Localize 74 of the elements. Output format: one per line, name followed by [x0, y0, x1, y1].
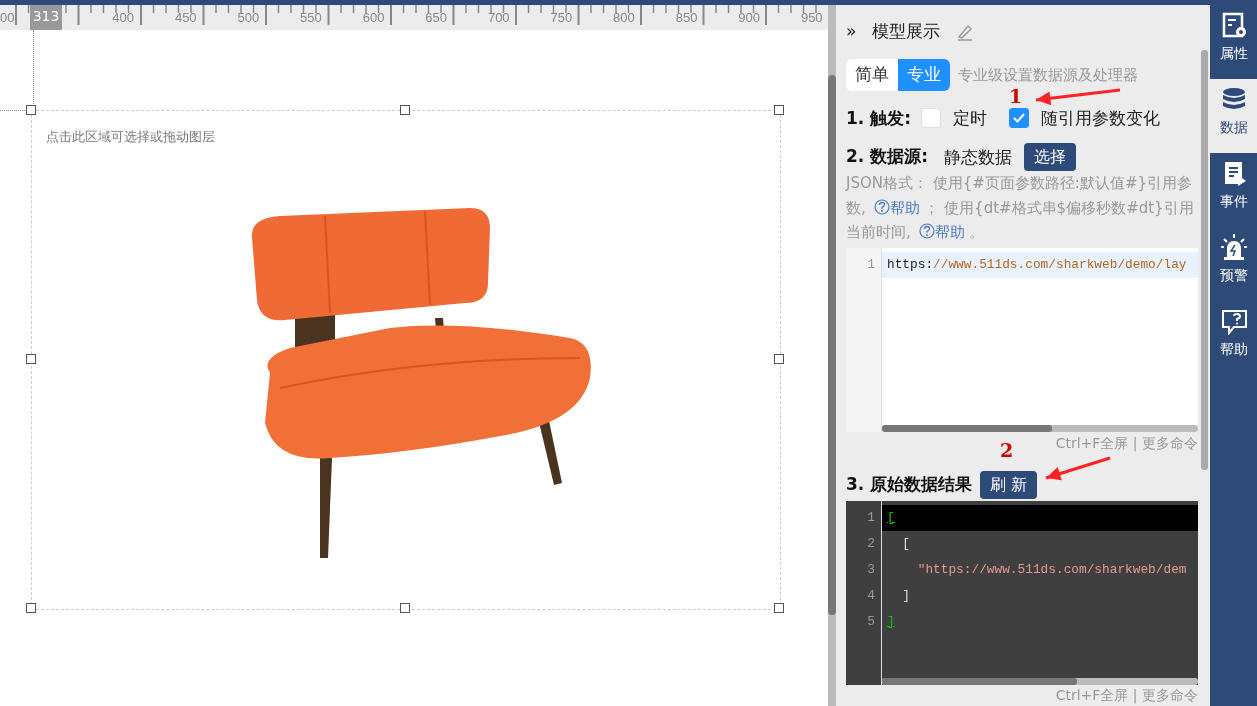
line-number: 5 [866, 612, 875, 631]
resize-handle[interactable] [774, 354, 784, 364]
code-line: ] [886, 612, 896, 631]
checkbox-label: 随引用参数变化 [1041, 108, 1160, 128]
sidebar-tab[interactable]: 预警 [1210, 227, 1257, 301]
collapse-button[interactable]: » [846, 19, 857, 45]
sidebar-label: 数据 [1219, 118, 1248, 137]
editor-footer: Ctrl+F全屏 | 更多命令 [1055, 432, 1198, 453]
sidebar-label: 事件 [1219, 192, 1248, 211]
resize-handle[interactable] [400, 603, 410, 613]
line-number: 4 [866, 586, 875, 605]
scrollbar-thumb[interactable] [882, 424, 1052, 432]
section-label: 1. 触发: [846, 106, 911, 130]
ruler-label: 550 [300, 9, 322, 26]
scrollbar-thumb[interactable] [882, 677, 1077, 685]
resize-handle[interactable] [26, 105, 36, 115]
checkbox-label: 定时 [953, 108, 987, 128]
editor-footer: Ctrl+F全屏 | 更多命令 [1055, 684, 1198, 705]
section-label: 2. 数据源: [846, 145, 928, 169]
ruler-label: 850 [675, 9, 698, 26]
annotation-number: 2 [1000, 440, 1014, 460]
sidebar-tab[interactable]: 帮助 [1210, 301, 1257, 375]
sidebar-tab[interactable]: 数据 [1210, 79, 1257, 153]
ruler-label: 750 [550, 9, 573, 26]
line-number: 2 [866, 534, 875, 553]
resize-handle[interactable] [774, 603, 784, 613]
edit-icon [956, 23, 975, 41]
ruler-label: 650 [425, 9, 447, 26]
line-number: 1 [866, 255, 875, 274]
ruler-label: 00 [0, 9, 15, 26]
mode-hint: 专业级设置数据源及处理器 [958, 64, 1138, 86]
code-line: ] [901, 586, 912, 605]
line-number: 3 [866, 560, 875, 579]
sidebar-label: 帮助 [1219, 340, 1248, 359]
ruler-label: 950 [800, 9, 823, 26]
help-icon [918, 223, 935, 239]
code-editor[interactable]: 1 2 3 4 5 [ [ "https://www.511ds.com/sharkweb/dem ] ] [846, 500, 1198, 685]
code-line: [ [901, 534, 912, 553]
panel-title: 模型展示 [872, 20, 941, 44]
ruler-label: 450 [174, 9, 197, 26]
section-label: 3. 原始数据结果 [846, 472, 973, 496]
alarm-light-icon [1219, 233, 1248, 261]
ruler-label: 600 [362, 9, 385, 26]
sidebar-label: 预警 [1219, 266, 1248, 285]
resize-handle[interactable] [26, 603, 36, 613]
annotation-number: 1 [1009, 86, 1023, 106]
sidebar-tab[interactable]: 属性 [1210, 5, 1257, 79]
select-button[interactable]: 选择 [1024, 143, 1076, 171]
resize-handle[interactable] [774, 105, 784, 115]
refresh-button[interactable]: 刷 新 [980, 470, 1038, 499]
source-value: 静态数据 [944, 147, 1012, 167]
ruler-label: 900 [738, 9, 760, 26]
help-text: JSON格式： 使用{#页面参数路径:默认值#}引用参数, 帮助 ； 使用{dt#格式串$偏移秒数#dt}引用当前时间, 帮助 。 [846, 173, 1195, 243]
resize-handle[interactable] [400, 105, 410, 115]
sidebar-tab[interactable]: 事件 [1210, 153, 1257, 227]
ruler-label: 500 [237, 9, 260, 26]
mode-tab[interactable]: 简单 [846, 59, 898, 91]
help-link[interactable]: 帮助 [915, 223, 965, 241]
line-number: 1 [866, 508, 875, 527]
ruler-label: 700 [487, 9, 510, 26]
help-icon [873, 198, 890, 215]
position-marker: 313 [30, 5, 62, 30]
checkbox[interactable] [1009, 108, 1029, 129]
scrollbar-thumb[interactable] [828, 75, 836, 615]
ruler-label: 400 [112, 9, 134, 26]
ruler-label: 800 [613, 9, 635, 26]
help-link[interactable]: 帮助 [870, 198, 920, 217]
sidebar-label: 属性 [1219, 44, 1248, 63]
checkmark-icon [1013, 113, 1025, 124]
scrollbar-thumb[interactable] [1201, 50, 1208, 470]
help-icon [1219, 307, 1248, 335]
resize-handle[interactable] [26, 354, 36, 364]
canvas-hint: 点击此区域可选择或拖动图层 [46, 128, 215, 146]
code-line: "https://www.511ds.com/sharkweb/dem [916, 560, 1188, 579]
